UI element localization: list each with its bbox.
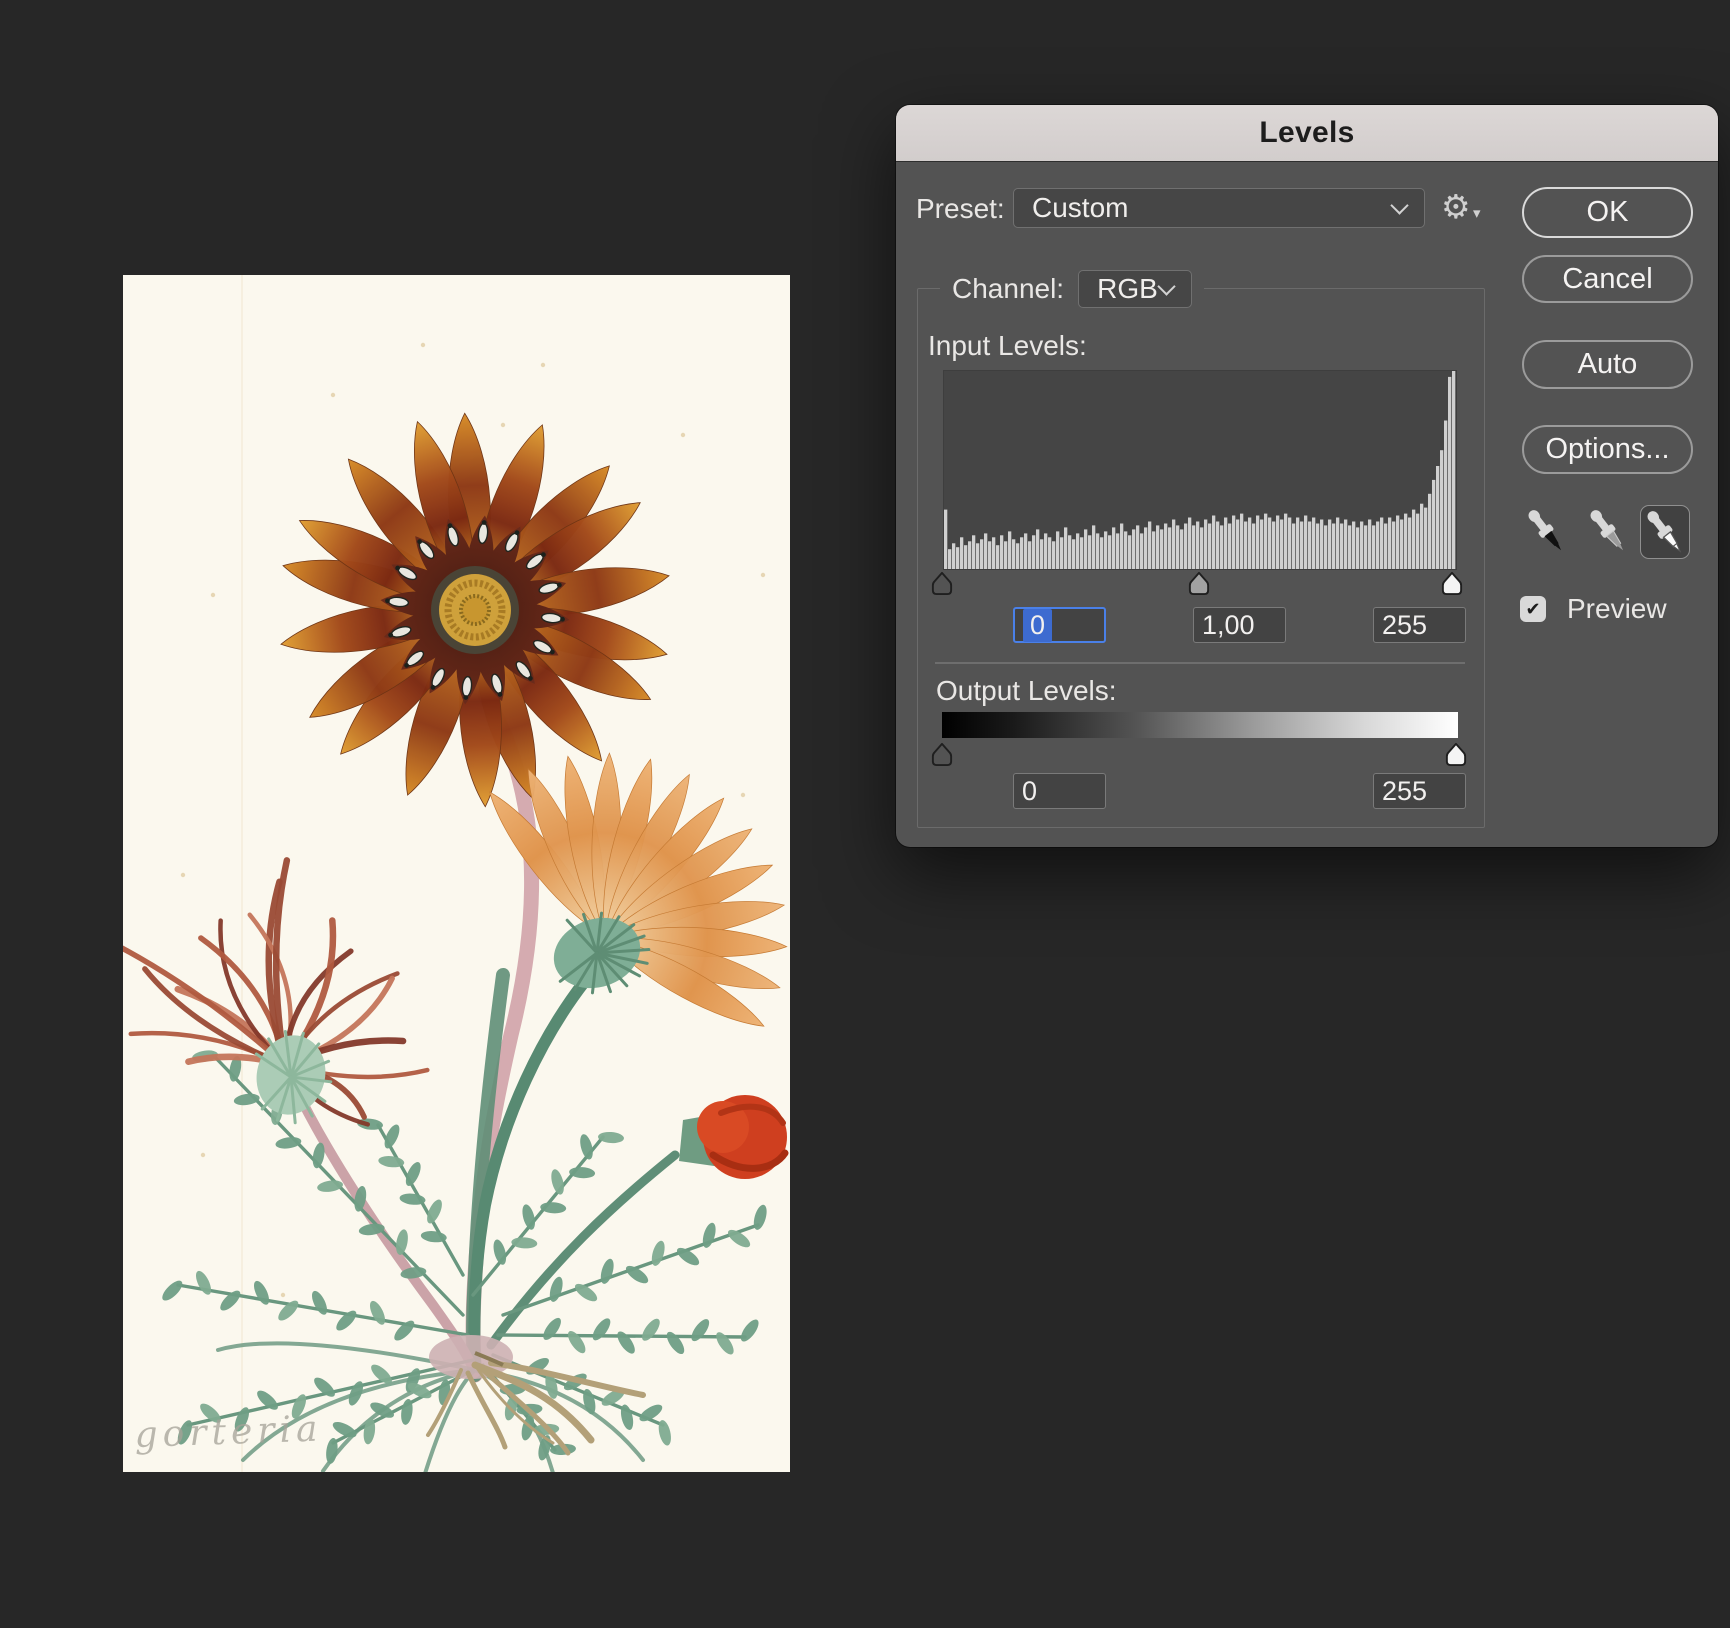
photoshop-canvas: gorteria Levels Preset: Custom ⚙ ▾ OK Ca… bbox=[0, 0, 1730, 1628]
input-highlight-slider[interactable] bbox=[1439, 571, 1465, 596]
botanical-illustration: gorteria bbox=[123, 275, 790, 1472]
output-levels-label: Output Levels: bbox=[936, 675, 1117, 707]
chevron-down-icon bbox=[1157, 277, 1175, 295]
dialog-titlebar[interactable]: Levels bbox=[896, 105, 1718, 162]
input-highlight-value: 255 bbox=[1382, 610, 1427, 641]
input-highlight-field[interactable]: 255 bbox=[1373, 607, 1466, 643]
caret-down-icon: ▾ bbox=[1473, 204, 1481, 222]
preview-control: ✔ Preview bbox=[1520, 593, 1667, 625]
chevron-down-icon bbox=[1390, 196, 1408, 214]
output-black-field[interactable]: 0 bbox=[1013, 773, 1106, 809]
eyedropper-tools bbox=[1520, 503, 1700, 559]
preset-options-menu-button[interactable]: ⚙ ▾ bbox=[1441, 187, 1487, 229]
input-shadow-field[interactable]: 0 bbox=[1013, 607, 1106, 643]
output-black-slider[interactable] bbox=[929, 742, 955, 767]
handwritten-caption: gorteria bbox=[134, 1408, 323, 1456]
channel-select[interactable]: RGB bbox=[1078, 270, 1192, 308]
channel-legend: Channel: RGB bbox=[940, 268, 1204, 310]
output-white-field[interactable]: 255 bbox=[1373, 773, 1466, 809]
gear-icon: ⚙ bbox=[1441, 187, 1471, 226]
eyedropper-gray-icon bbox=[1588, 506, 1628, 556]
output-white-slider[interactable] bbox=[1443, 742, 1469, 767]
cancel-button[interactable]: Cancel bbox=[1522, 255, 1693, 303]
histogram bbox=[943, 370, 1457, 570]
levels-dialog: Levels Preset: Custom ⚙ ▾ OK Cancel Auto… bbox=[896, 105, 1718, 847]
eyedropper-white-icon bbox=[1645, 507, 1685, 557]
set-black-point-eyedropper[interactable] bbox=[1522, 505, 1570, 557]
output-black-value: 0 bbox=[1022, 776, 1037, 807]
dialog-title: Levels bbox=[1259, 116, 1354, 150]
preset-value: Custom bbox=[1014, 192, 1393, 224]
ok-button[interactable]: OK bbox=[1522, 187, 1693, 238]
preset-select[interactable]: Custom bbox=[1013, 188, 1425, 228]
gazania-painting: gorteria bbox=[123, 275, 790, 1472]
separator bbox=[935, 662, 1465, 664]
input-levels-label: Input Levels: bbox=[928, 330, 1087, 362]
options-button[interactable]: Options... bbox=[1522, 425, 1693, 474]
preset-label: Preset: bbox=[916, 193, 1005, 225]
set-white-point-eyedropper-selected[interactable] bbox=[1640, 505, 1690, 559]
histogram-chart bbox=[944, 371, 1456, 569]
output-gradient-bar bbox=[942, 712, 1458, 738]
input-shadow-slider[interactable] bbox=[929, 571, 955, 596]
channel-value: RGB bbox=[1079, 273, 1160, 305]
input-shadow-value: 0 bbox=[1023, 609, 1052, 642]
check-icon: ✔ bbox=[1525, 599, 1540, 620]
input-midtone-slider[interactable] bbox=[1186, 571, 1212, 596]
set-gray-point-eyedropper[interactable] bbox=[1584, 505, 1632, 557]
output-white-value: 255 bbox=[1382, 776, 1427, 807]
eyedropper-black-icon bbox=[1526, 506, 1566, 556]
preview-checkbox[interactable]: ✔ bbox=[1520, 596, 1546, 622]
channel-label: Channel: bbox=[952, 273, 1064, 305]
input-midtone-field[interactable]: 1,00 bbox=[1193, 607, 1286, 643]
input-midtone-value: 1,00 bbox=[1202, 610, 1255, 641]
auto-button[interactable]: Auto bbox=[1522, 340, 1693, 389]
preview-label: Preview bbox=[1567, 593, 1667, 625]
